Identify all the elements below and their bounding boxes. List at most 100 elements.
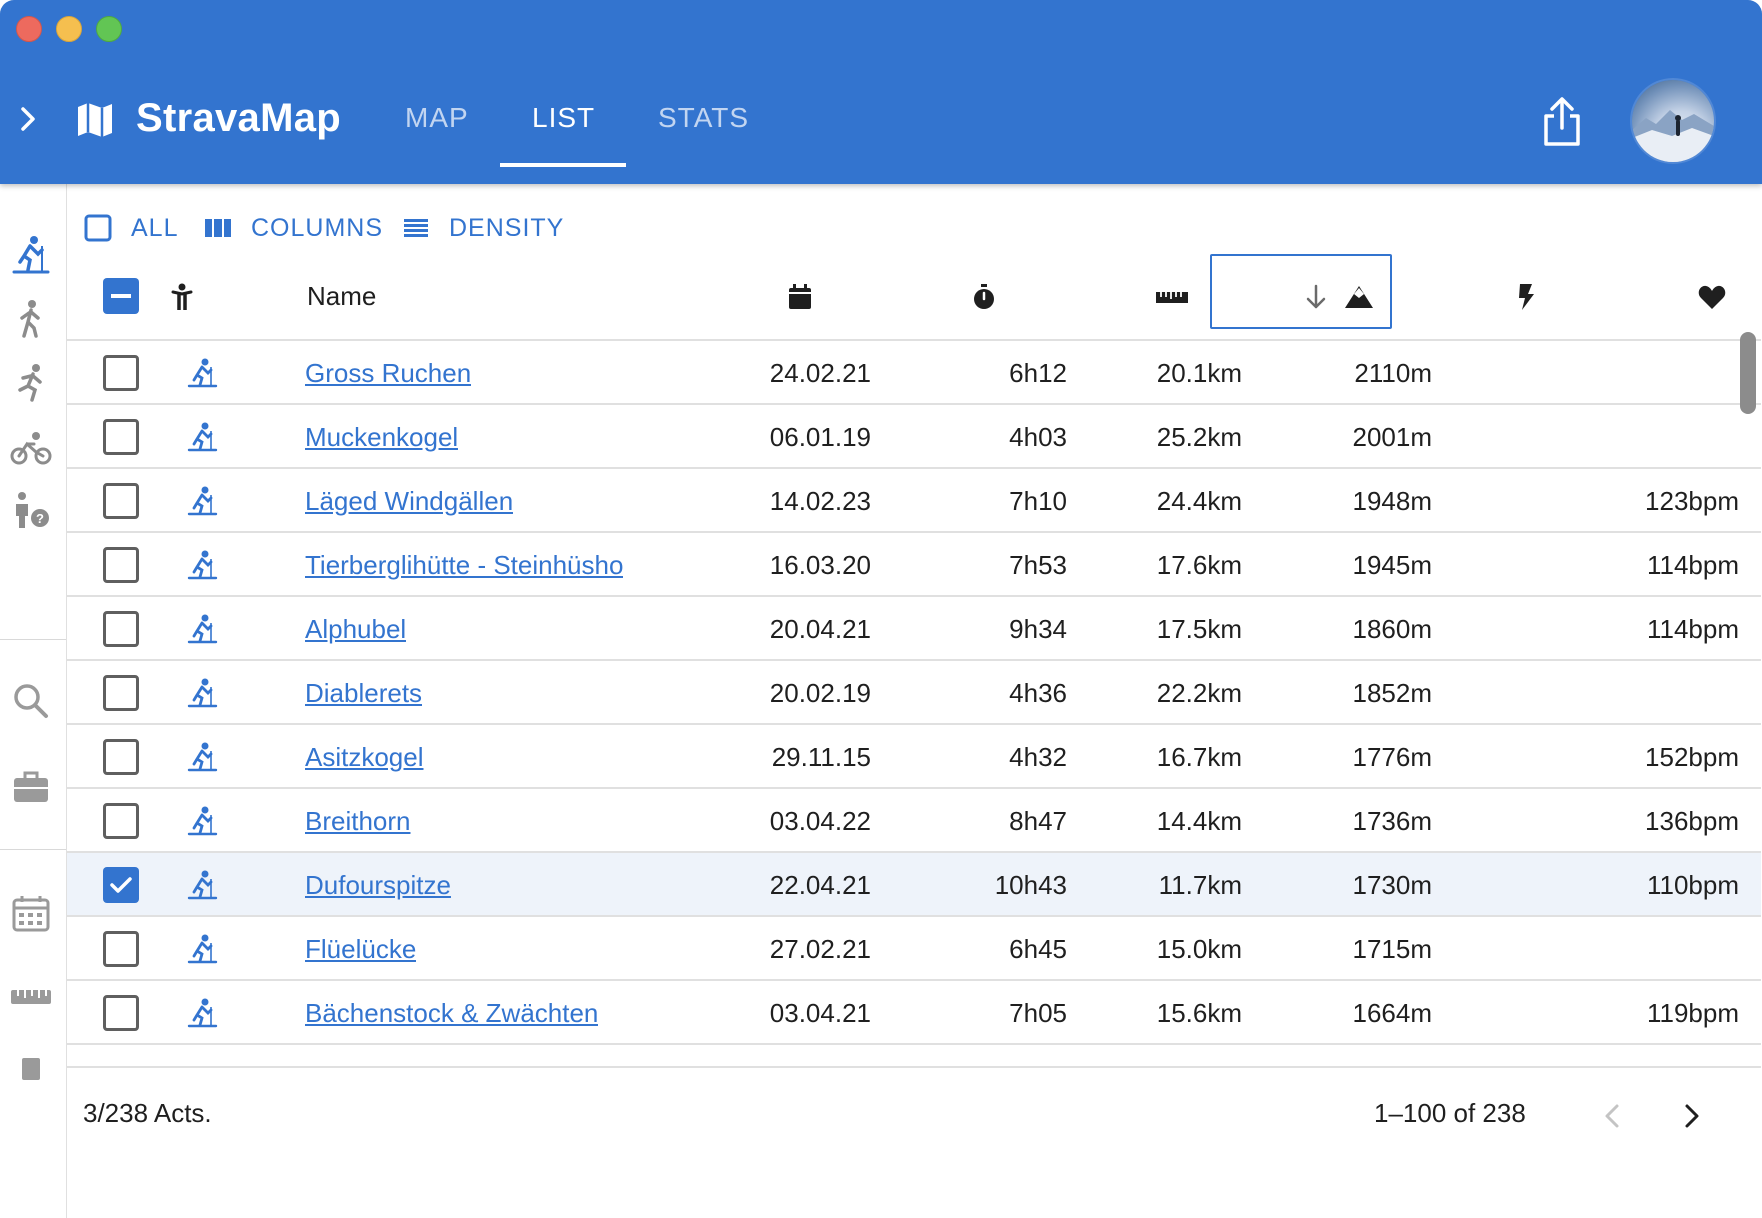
activity-duration: 9h34 (1009, 614, 1067, 644)
row-checkbox[interactable] (103, 419, 139, 455)
table-row[interactable]: Läged Windgällen 14.02.23 7h10 24.4km 1948m 1… (67, 469, 1761, 533)
avatar[interactable] (1632, 80, 1714, 162)
table-row[interactable]: Muckenkogel 06.01.19 4h03 25.2km 2001m (67, 405, 1761, 469)
table-row[interactable]: Bächenstock & Zwächten 03.04.21 7h05 15.6km… (67, 981, 1761, 1045)
activity-name-link[interactable]: Diablerets (305, 661, 422, 725)
activity-elevation: 1852m (1352, 678, 1433, 708)
activity-name-link[interactable]: Dufourspitze (305, 853, 451, 917)
ski-touring-icon (185, 804, 219, 838)
activity-distance: 17.5km (1156, 614, 1242, 644)
row-checkbox[interactable] (103, 739, 139, 775)
table-row[interactable]: Flüelücke 27.02.21 6h45 15.0km 1715m (67, 917, 1761, 981)
calendar-icon[interactable] (8, 890, 54, 936)
activity-duration: 4h36 (1009, 678, 1067, 708)
briefcase-icon[interactable] (8, 764, 54, 810)
previous-page-icon[interactable] (1595, 1098, 1631, 1134)
density-label: DENSITY (449, 214, 565, 242)
activity-distance: 11.7km (1158, 870, 1242, 900)
row-checkbox[interactable] (103, 547, 139, 583)
activity-name-link[interactable]: Gross Ruchen (305, 341, 471, 405)
activity-duration: 4h03 (1009, 422, 1067, 452)
power-icon[interactable] (1512, 282, 1540, 312)
calendar-icon[interactable] (785, 282, 815, 312)
stopwatch-icon[interactable] (969, 282, 999, 312)
heart-icon[interactable] (1697, 282, 1727, 312)
tab-stats[interactable]: STATS (658, 98, 749, 138)
row-checkbox[interactable] (103, 995, 139, 1031)
app-window: StravaMap MAP LIST STATS ? ALL COLUMNS D… (0, 0, 1762, 1218)
activity-name-link[interactable]: Tierberglihütte - Steinhüsho (305, 533, 623, 597)
rail-divider (0, 849, 66, 850)
search-icon[interactable] (8, 678, 54, 724)
activity-date: 03.04.22 (769, 806, 871, 836)
table-row[interactable]: Alphubel 20.04.21 9h34 17.5km 1860m 114bpm (67, 597, 1761, 661)
minimize-window-button[interactable] (56, 16, 82, 42)
partial-rail-icon[interactable] (8, 1046, 54, 1092)
columns-label: COLUMNS (251, 214, 384, 242)
ski-touring-icon (185, 996, 219, 1030)
activity-heart-rate (1537, 341, 1739, 405)
table-footer: 3/238 Acts. 1–100 of 238 (67, 1066, 1761, 1218)
table-row[interactable]: Asitzkogel 29.11.15 4h32 16.7km 1776m 152bpm (67, 725, 1761, 789)
activity-duration: 7h05 (1009, 998, 1067, 1028)
other-activity-icon[interactable]: ? (8, 488, 54, 534)
ski-touring-icon[interactable] (8, 232, 54, 278)
activity-heart-rate: 123bpm (1645, 486, 1739, 516)
activity-name-link[interactable]: Muckenkogel (305, 405, 458, 469)
row-checkbox[interactable] (103, 611, 139, 647)
activity-name-link[interactable]: Läged Windgällen (305, 469, 513, 533)
table-row[interactable]: Tierberglihütte - Steinhüsho 16.03.20 7h53… (67, 533, 1761, 597)
ruler-icon[interactable] (1155, 282, 1189, 312)
table-row[interactable]: Diablerets 20.02.19 4h36 22.2km 1852m (67, 661, 1761, 725)
row-checkbox[interactable] (103, 931, 139, 967)
activity-date: 06.01.19 (769, 422, 871, 452)
table-row[interactable]: Dufourspitze 22.04.21 10h43 11.7km 1730m 110b… (67, 853, 1761, 917)
activity-duration: 10h43 (994, 870, 1067, 900)
column-header-name[interactable]: Name (307, 254, 376, 339)
maximize-window-button[interactable] (96, 16, 122, 42)
table-row[interactable]: Gross Ruchen 24.02.21 6h12 20.1km 2110m (67, 341, 1761, 405)
vertical-scrollbar[interactable] (1740, 332, 1756, 414)
row-checkbox[interactable] (103, 355, 139, 391)
activity-elevation: 2001m (1352, 422, 1433, 452)
activity-name-link[interactable]: Flüelücke (305, 917, 416, 981)
tab-map[interactable]: MAP (405, 98, 469, 138)
activity-distance: 22.2km (1156, 678, 1242, 708)
cycling-icon[interactable] (8, 424, 54, 470)
activity-type-icon[interactable] (167, 282, 197, 312)
activity-duration: 8h47 (1009, 806, 1067, 836)
ruler-icon[interactable] (8, 974, 54, 1020)
activity-date: 20.04.21 (769, 614, 871, 644)
activity-name-link[interactable]: Breithorn (305, 789, 411, 853)
hiking-icon[interactable] (8, 296, 54, 342)
activity-heart-rate: 152bpm (1645, 742, 1739, 772)
activity-heart-rate: 119bpm (1646, 998, 1739, 1028)
tab-list[interactable]: LIST (532, 98, 595, 138)
activity-distance: 20.1km (1156, 358, 1242, 388)
row-checkbox[interactable] (103, 867, 139, 903)
density-button[interactable]: DENSITY (401, 208, 564, 248)
next-page-icon[interactable] (1673, 1098, 1709, 1134)
activity-name-link[interactable]: Alphubel (305, 597, 406, 661)
activity-elevation: 1664m (1352, 998, 1433, 1028)
columns-button[interactable]: COLUMNS (203, 208, 383, 248)
activity-elevation: 1736m (1352, 806, 1433, 836)
row-checkbox[interactable] (103, 483, 139, 519)
table-row[interactable]: Breithorn 03.04.22 8h47 14.4km 1736m 136bpm (67, 789, 1761, 853)
map-icon (78, 103, 112, 137)
svg-text:?: ? (36, 511, 44, 526)
row-checkbox[interactable] (103, 803, 139, 839)
share-icon[interactable] (1540, 96, 1584, 148)
close-window-button[interactable] (16, 16, 42, 42)
select-all-button[interactable]: ALL (83, 208, 178, 248)
select-all-checkbox[interactable] (103, 278, 139, 314)
activity-name-link[interactable]: Bächenstock & Zwächten (305, 981, 598, 1045)
activity-date: 27.02.21 (769, 934, 871, 964)
activity-date: 22.04.21 (769, 870, 871, 900)
chevron-right-icon[interactable] (14, 104, 44, 134)
ski-touring-icon (185, 932, 219, 966)
activity-name-link[interactable]: Asitzkogel (305, 725, 424, 789)
sorted-column-highlight (1210, 254, 1392, 329)
running-icon[interactable] (8, 360, 54, 406)
row-checkbox[interactable] (103, 675, 139, 711)
